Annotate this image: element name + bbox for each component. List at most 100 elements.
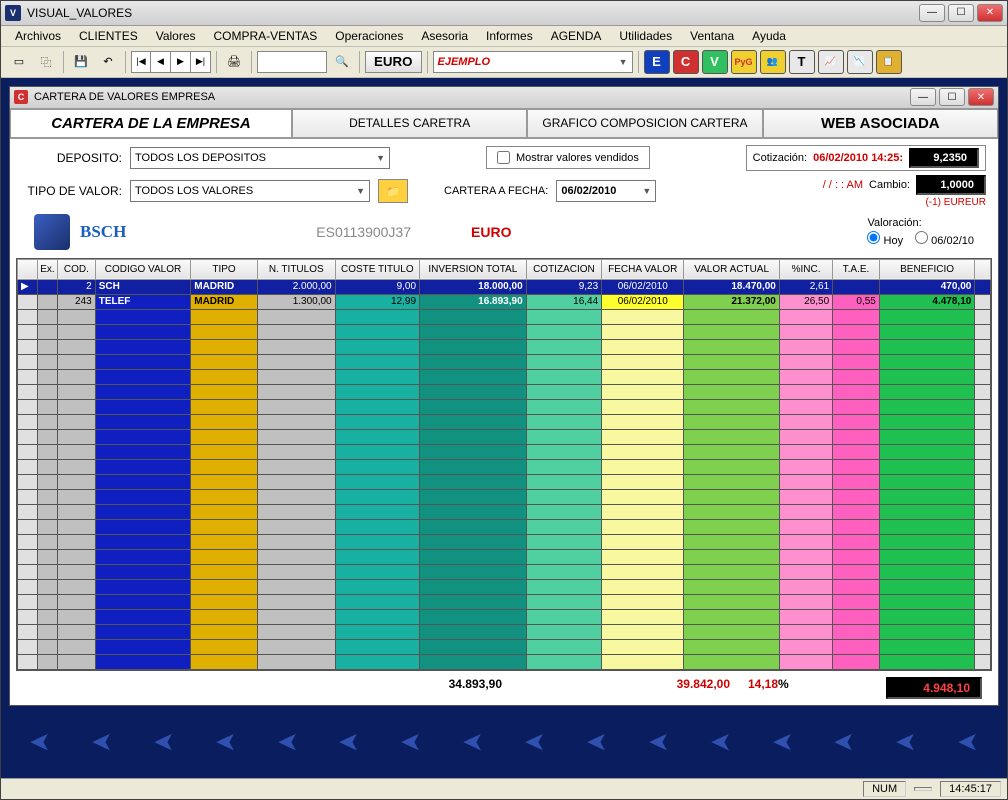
menu-clientes[interactable]: CLIENTES [71,27,146,45]
table-row-empty [18,504,991,519]
table-row-empty [18,369,991,384]
col-header-5[interactable]: COSTE TITULO [335,259,419,279]
toolbar-logo-2[interactable]: V [702,50,728,74]
menu-compra-ventas[interactable]: COMPRA-VENTAS [206,27,326,45]
tipo-combo[interactable]: TODOS LOS VALORES▼ [130,180,370,202]
table-row[interactable]: ▶2SCHMADRID2.000,009,0018.000,009,2306/0… [18,279,991,294]
undo-icon[interactable]: ↶ [96,50,120,74]
toolbar-logo-4[interactable]: 👥 [760,50,786,74]
col-header-3[interactable]: TIPO [191,259,258,279]
col-header-8[interactable]: FECHA VALOR [602,259,684,279]
cartera-fecha-label: CARTERA A FECHA: [444,185,548,197]
col-header-6[interactable]: INVERSION TOTAL [420,259,527,279]
child-maximize-button[interactable]: ☐ [939,88,965,106]
menu-agenda[interactable]: AGENDA [543,27,610,45]
save-icon[interactable]: 💾 [69,50,93,74]
col-header-9[interactable]: VALOR ACTUAL [684,259,780,279]
bank-name: BSCH [80,222,126,242]
toolbar-logo-8[interactable]: 📋 [876,50,902,74]
table-row-empty [18,519,991,534]
child-titlebar: C CARTERA DE VALORES EMPRESA — ☐ ✕ [10,87,998,109]
print-icon[interactable]: 🖨 [222,50,246,74]
last-record-button[interactable]: ▶| [191,51,211,73]
col-header-11[interactable]: T.A.E. [833,259,880,279]
row-marker-header [18,259,38,279]
totals-row: 34.893,90 39.842,00 14,18 % 4.948,10 [16,671,992,705]
doc-icon[interactable]: ▭ [7,50,31,74]
child-title: CARTERA DE VALORES EMPRESA [34,91,910,103]
tab-grafico[interactable]: GRAFICO COMPOSICION CARTERA [527,109,762,138]
total-beneficio: 4.948,10 [886,677,982,699]
record-nav: |◀ ◀ ▶ ▶| [131,51,211,73]
table-row-empty [18,414,991,429]
tipo-label: TIPO DE VALOR: [22,184,122,198]
code-input[interactable] [257,51,327,73]
close-button[interactable]: ✕ [977,4,1003,22]
deposito-combo[interactable]: TODOS LOS DEPOSITOS▼ [130,147,390,169]
table-row-empty [18,549,991,564]
window-title: VISUAL_VALORES [27,6,919,20]
app-icon: V [5,5,21,21]
toolbar-logo-0[interactable]: E [644,50,670,74]
menu-asesoria[interactable]: Asesoria [413,27,476,45]
menu-informes[interactable]: Informes [478,27,541,45]
menu-ventana[interactable]: Ventana [682,27,742,45]
next-record-button[interactable]: ▶ [171,51,191,73]
valoracion-group: Valoración: Hoy 06/02/10 [867,217,974,247]
deposito-label: DEPOSITO: [22,151,122,165]
euro-button[interactable]: EURO [365,51,422,73]
maximize-button[interactable]: ☐ [948,4,974,22]
toolbar-logo-7[interactable]: 📉 [847,50,873,74]
col-header-1[interactable]: COD. [57,259,95,279]
cotizacion-display: 9,2350 [909,148,979,168]
child-close-button[interactable]: ✕ [968,88,994,106]
col-header-0[interactable]: Ex. [37,259,57,279]
prev-record-button[interactable]: ◀ [151,51,171,73]
toolbar-logo-1[interactable]: C [673,50,699,74]
isin-code: ES0113900J37 [316,224,411,240]
table-row-empty [18,444,991,459]
tab-detalles[interactable]: DETALLES CARETRA [292,109,527,138]
table-row-empty [18,339,991,354]
lookup-icon[interactable]: 🔍 [330,50,354,74]
statusbar: NUM 14:45:17 [1,778,1007,799]
minimize-button[interactable]: — [919,4,945,22]
toolbar-logo-5[interactable]: T [789,50,815,74]
status-time: 14:45:17 [940,781,1001,797]
mostrar-vendidos-checkbox[interactable]: Mostrar valores vendidos [486,146,650,169]
cambio-label: Cambio: [869,179,910,191]
col-header-2[interactable]: CODIGO VALOR [95,259,191,279]
portfolio-grid[interactable]: Ex.COD.CODIGO VALORTIPON. TITULOSCOSTE T… [16,258,992,671]
child-window: C CARTERA DE VALORES EMPRESA — ☐ ✕ CARTE… [9,86,999,706]
tab-web[interactable]: WEB ASOCIADA [763,109,998,138]
table-row-empty [18,579,991,594]
child-minimize-button[interactable]: — [910,88,936,106]
table-row-empty [18,534,991,549]
menu-ayuda[interactable]: Ayuda [744,27,794,45]
copy-icon[interactable]: ⿻ [34,50,58,74]
menu-valores[interactable]: Valores [148,27,204,45]
client-combo[interactable]: EJEMPLO▼ [433,51,633,73]
col-header-10[interactable]: %INC. [779,259,832,279]
col-header-12[interactable]: BENEFICIO [879,259,975,279]
menubar: ArchivosCLIENTESValoresCOMPRA-VENTASOper… [1,26,1007,47]
col-header-4[interactable]: N. TITULOS [257,259,335,279]
radio-hoy[interactable]: Hoy [867,231,903,247]
menu-operaciones[interactable]: Operaciones [327,27,411,45]
first-record-button[interactable]: |◀ [131,51,151,73]
tab-main[interactable]: CARTERA DE LA EMPRESA [10,109,292,138]
main-titlebar: V VISUAL_VALORES — ☐ ✕ [1,1,1007,26]
cambio-display: 1,0000 [916,175,986,195]
menu-utilidades[interactable]: Utilidades [611,27,680,45]
col-header-7[interactable]: COTIZACION [526,259,602,279]
radio-fecha[interactable]: 06/02/10 [915,231,974,247]
menu-archivos[interactable]: Archivos [7,27,69,45]
toolbar-logo-3[interactable]: PyG [731,50,757,74]
mdi-footer: ➤➤➤➤ ➤➤➤➤ ➤➤➤➤ ➤➤➤➤ [9,708,999,778]
table-row[interactable]: 243TELEFMADRID1.300,0012,9916.893,9016,4… [18,294,991,309]
toolbar-logo-6[interactable]: 📈 [818,50,844,74]
child-icon: C [14,90,28,104]
table-row-empty [18,324,991,339]
cartera-fecha-combo[interactable]: 06/02/2010▼ [556,180,656,202]
folder-icon[interactable]: 📁 [378,179,408,203]
